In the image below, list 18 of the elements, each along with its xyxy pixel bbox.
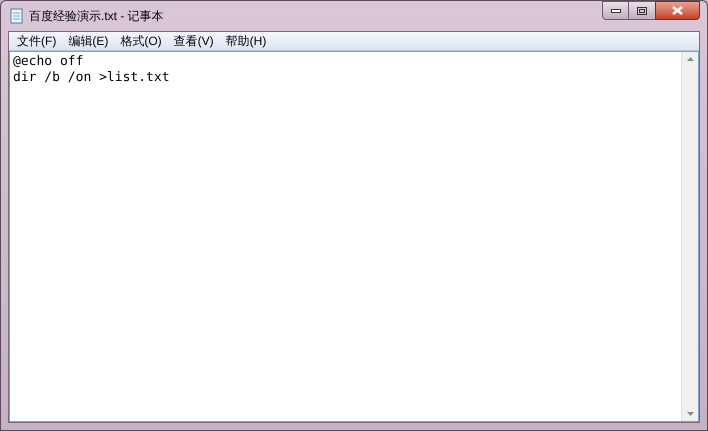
menu-item[interactable]: 文件(F) [11,32,62,50]
minimize-button[interactable] [602,1,629,20]
menu-item[interactable]: 查看(V) [168,32,220,50]
menu-item[interactable]: 格式(O) [114,32,168,50]
scroll-up-icon [686,57,694,61]
menu-item[interactable]: 帮助(H) [220,32,272,50]
notepad-icon [8,8,24,24]
text-line: dir /b /on >list.txt [13,70,170,86]
minimize-icon [610,8,620,12]
scroll-down-icon [686,412,694,416]
vertical-scrollbar[interactable] [681,52,698,421]
close-icon [672,6,683,15]
maximize-button[interactable] [629,1,655,20]
window-title: 百度经验演示.txt - 记事本 [29,8,164,25]
text-line: @echo off [13,54,84,70]
menu-item[interactable]: 编辑(E) [62,32,114,50]
close-button[interactable] [655,1,700,20]
maximize-icon [637,6,647,14]
